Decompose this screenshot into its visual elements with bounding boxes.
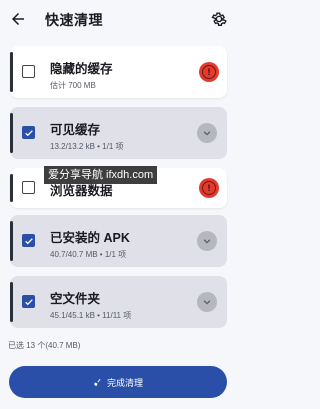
item-name: 浏览器数据 — [50, 184, 113, 198]
clean-item-hidden-cache[interactable]: 隐藏的缓存 估计 700 MB ! — [10, 46, 227, 98]
card-accent-bar — [10, 174, 13, 202]
clean-item-visible-cache[interactable]: 可见缓存 13.2/13.2 kB • 1/1 项 — [10, 107, 227, 159]
checkbox[interactable] — [22, 65, 35, 78]
card-accent-bar — [10, 113, 13, 153]
back-arrow-icon[interactable] — [9, 10, 27, 28]
clean-item-installed-apk[interactable]: 已安装的 APK 40.7/40.7 MB • 1/1 项 — [10, 215, 227, 267]
clean-item-browser-data[interactable]: 浏览器数据 ! — [10, 168, 227, 208]
expand-chevron-icon[interactable] — [197, 292, 217, 312]
checkmark-icon — [24, 237, 33, 244]
page-title: 快速清理 — [45, 12, 103, 28]
finish-clean-label: 完成清理 — [106, 377, 143, 388]
warning-icon[interactable]: ! — [199, 178, 219, 198]
item-detail: 估计 700 MB — [50, 81, 96, 90]
item-name: 空文件夹 — [50, 292, 101, 306]
item-name: 可见缓存 — [50, 123, 101, 137]
clean-item-empty-folders[interactable]: 空文件夹 45.1/45.1 kB • 11/11 项 — [10, 276, 227, 328]
checkmark-icon — [24, 298, 33, 305]
item-detail: 13.2/13.2 kB • 1/1 项 — [50, 142, 124, 151]
checkbox[interactable] — [22, 181, 35, 194]
item-detail: 40.7/40.7 MB • 1/1 项 — [50, 250, 127, 259]
card-accent-bar — [10, 52, 13, 92]
item-name: 隐藏的缓存 — [50, 62, 113, 76]
checkmark-icon — [24, 129, 33, 136]
expand-chevron-icon[interactable] — [197, 123, 217, 143]
selection-summary: 已选 13 个(40.7 MB) — [8, 341, 81, 350]
item-name: 已安装的 APK — [50, 231, 130, 245]
checkbox[interactable] — [22, 295, 35, 308]
checkbox[interactable] — [22, 126, 35, 139]
broom-icon — [94, 378, 101, 386]
warning-icon[interactable]: ! — [199, 62, 219, 82]
top-app-bar: 快速清理 — [0, 0, 233, 38]
card-accent-bar — [10, 221, 13, 261]
item-detail: 45.1/45.1 kB • 11/11 项 — [50, 311, 132, 320]
card-accent-bar — [10, 282, 13, 322]
finish-clean-button[interactable]: 完成清理 — [9, 366, 227, 398]
checkbox[interactable] — [22, 234, 35, 247]
expand-chevron-icon[interactable] — [197, 231, 217, 251]
settings-gear-icon[interactable] — [210, 10, 228, 28]
